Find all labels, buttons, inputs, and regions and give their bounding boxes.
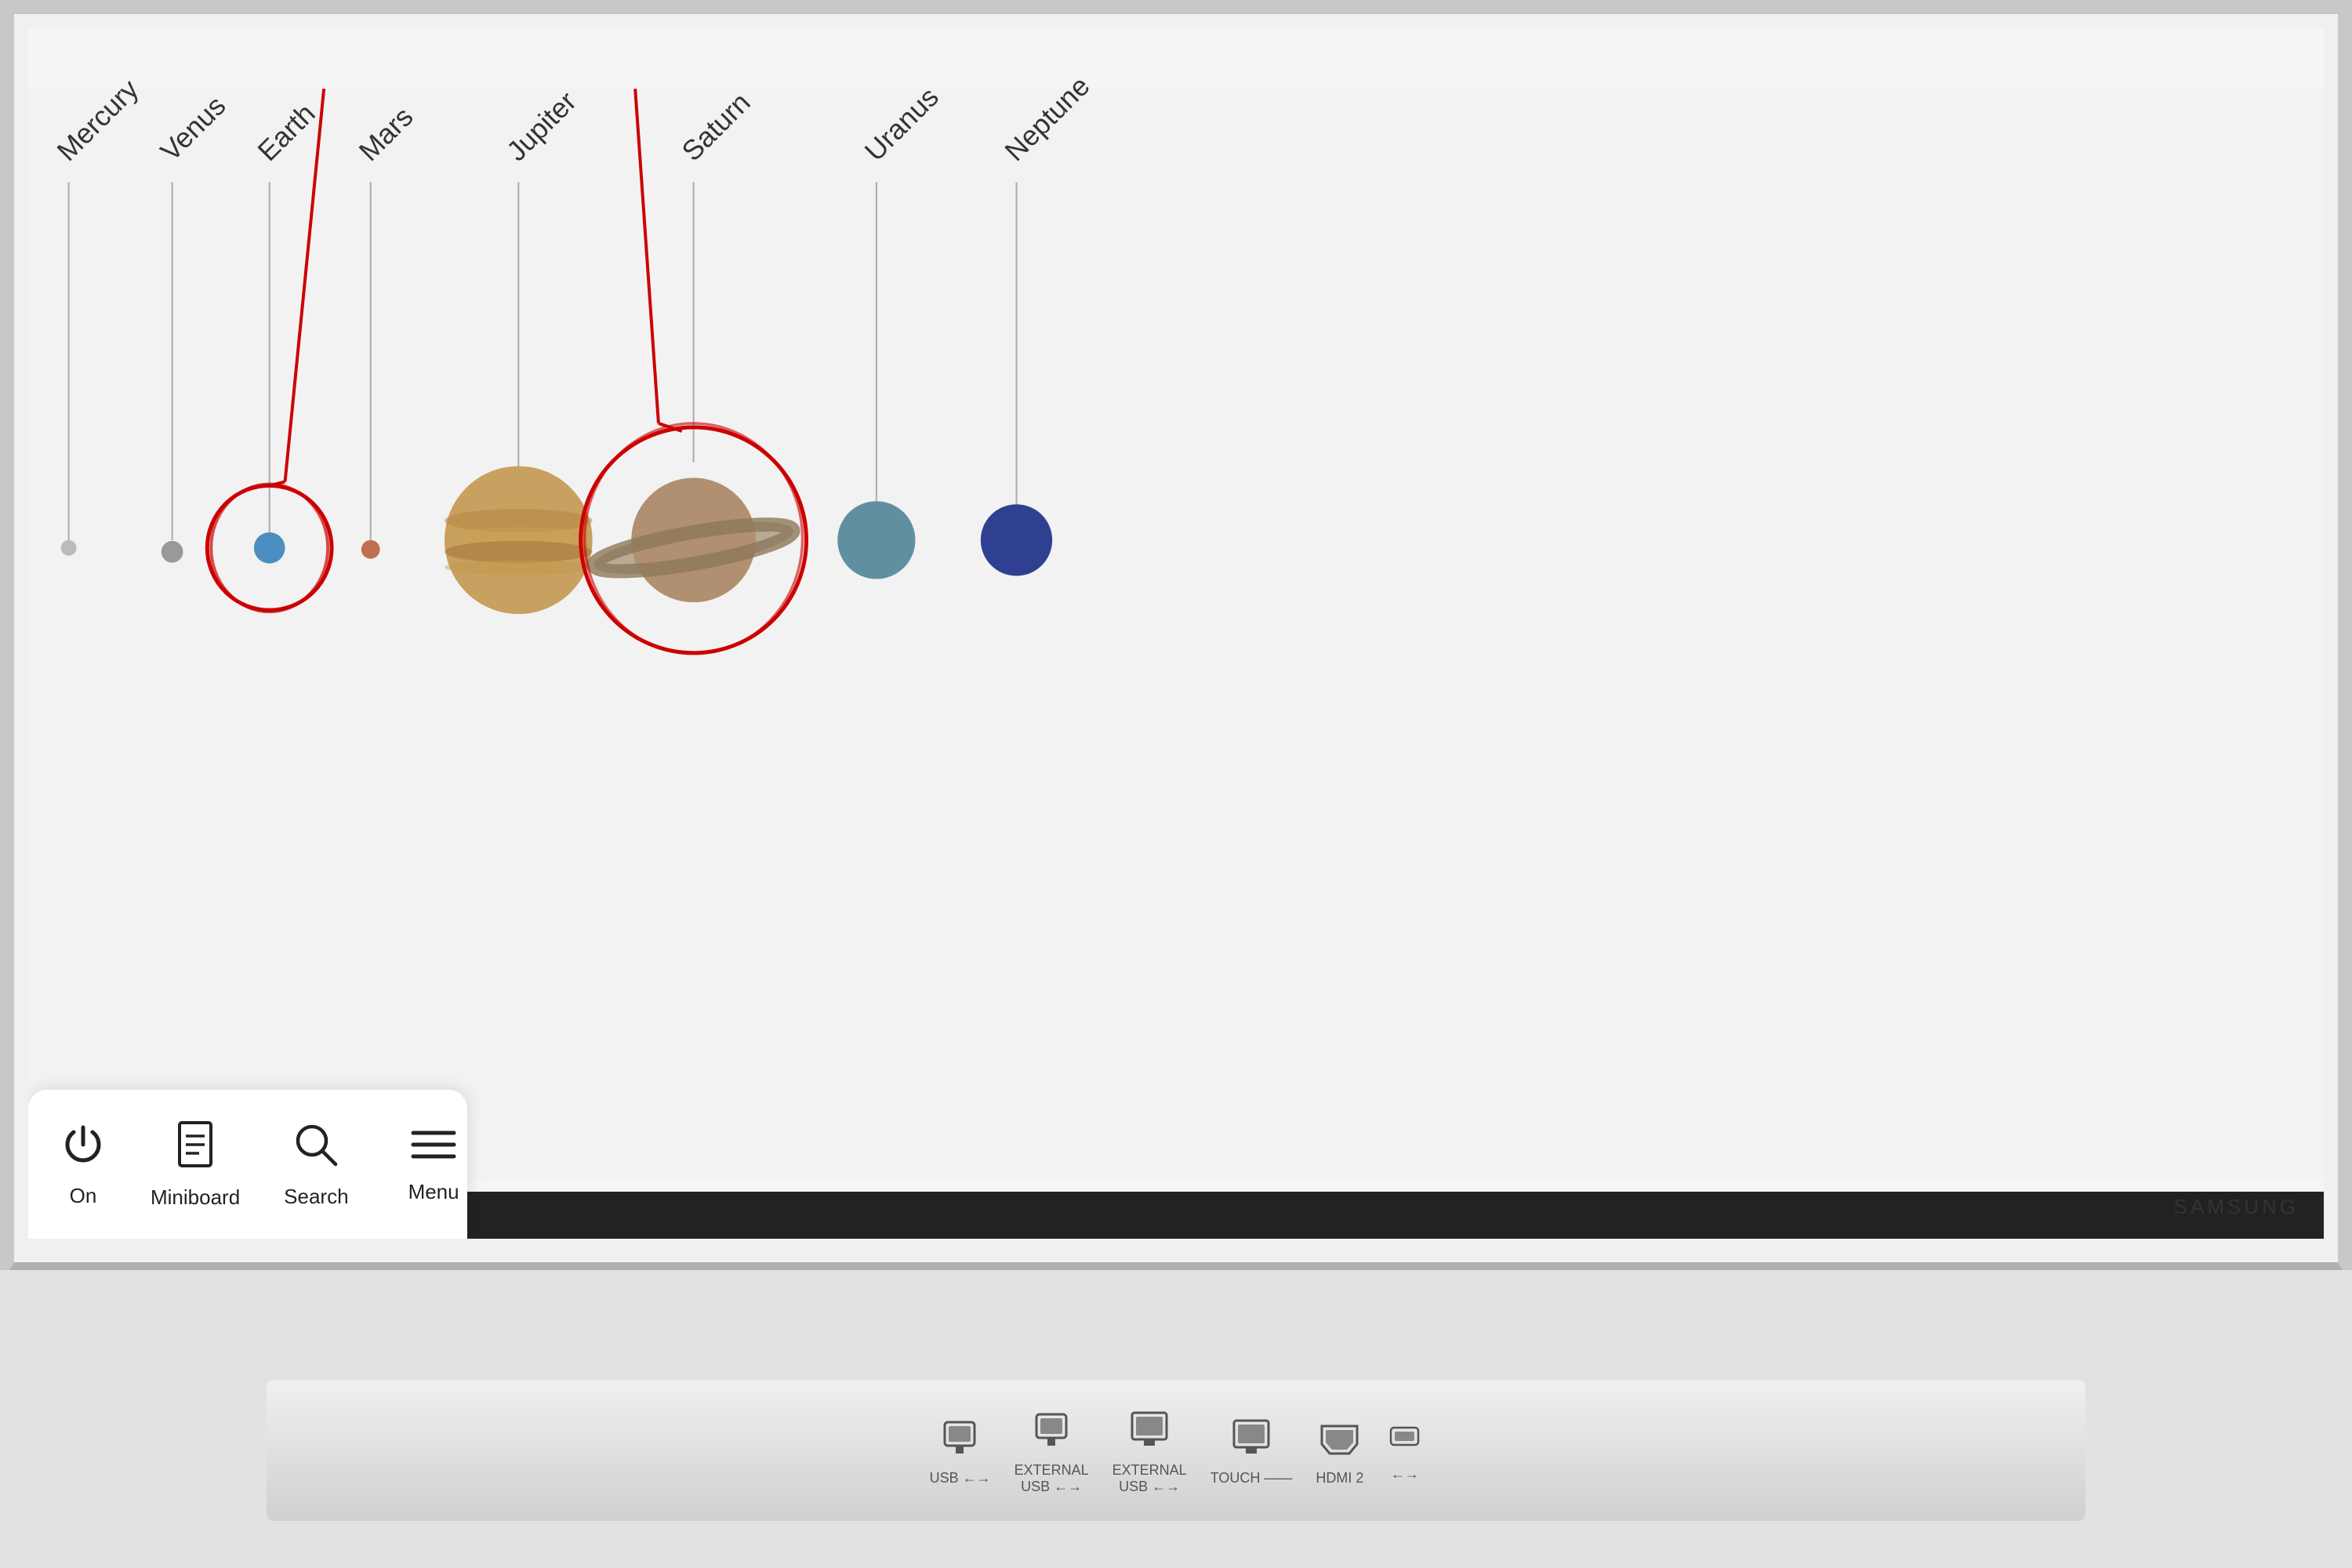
document-icon: [172, 1119, 219, 1178]
monitor-bezel: Mercury Venus Earth Mars Jupiter: [0, 0, 2352, 1286]
port-mini: ←→: [1387, 1418, 1422, 1483]
toolbar: On Miniboard: [28, 1090, 467, 1239]
samsung-logo: SAMSUNG: [2174, 1195, 2299, 1219]
toolbar-item-menu[interactable]: Menu: [387, 1125, 481, 1204]
solar-system-scene: Mercury Venus Earth Mars Jupiter: [28, 28, 2324, 1239]
stand-base: USB ←→ EXTERNALUSB ←→: [267, 1380, 2085, 1521]
usb-port-icon: [938, 1414, 982, 1465]
menu-label: Menu: [408, 1180, 459, 1204]
ext-usb2-label: EXTERNALUSB ←→: [1112, 1462, 1187, 1495]
on-label: On: [70, 1184, 97, 1208]
mini-label: ←→: [1391, 1466, 1419, 1483]
hdmi-port-icon: [1318, 1414, 1361, 1465]
port-hdmi: HDMI 2: [1316, 1414, 1363, 1486]
port-usb: USB ←→: [930, 1414, 991, 1486]
toolbar-item-on[interactable]: On: [52, 1121, 129, 1208]
stand-area: USB ←→ EXTERNALUSB ←→: [0, 1270, 2352, 1568]
touch-label: TOUCH ——: [1210, 1470, 1293, 1486]
menu-icon: [409, 1125, 458, 1172]
ext-usb1-label: EXTERNALUSB ←→: [1014, 1462, 1089, 1495]
mini-port-icon: [1387, 1418, 1422, 1461]
hdmi-label: HDMI 2: [1316, 1470, 1363, 1486]
ext-usb2-port-icon: [1128, 1406, 1171, 1457]
search-icon: [292, 1120, 340, 1177]
miniboard-label: Miniboard: [151, 1185, 240, 1210]
ext-usb1-port-icon: [1030, 1406, 1073, 1457]
port-ext-usb2: EXTERNALUSB ←→: [1112, 1406, 1187, 1495]
port-ext-usb1: EXTERNALUSB ←→: [1014, 1406, 1089, 1495]
toolbar-item-search[interactable]: Search: [262, 1120, 370, 1209]
port-touch: TOUCH ——: [1210, 1414, 1293, 1486]
usb-label: USB ←→: [930, 1470, 991, 1486]
outer-background: Mercury Venus Earth Mars Jupiter: [0, 0, 2352, 1568]
screen: Mercury Venus Earth Mars Jupiter: [28, 28, 2324, 1239]
toolbar-item-miniboard[interactable]: Miniboard: [129, 1119, 262, 1210]
search-label: Search: [284, 1185, 348, 1209]
touch-port-icon: [1230, 1414, 1273, 1465]
power-icon: [60, 1121, 107, 1176]
